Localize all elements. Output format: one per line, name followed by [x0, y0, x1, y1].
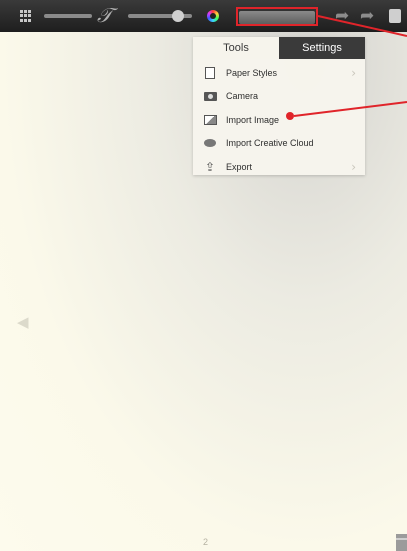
top-toolbar: 𝒯 ➦ ➦: [0, 0, 407, 32]
creative-cloud-icon: [201, 139, 219, 148]
menu-item-label: Import Creative Cloud: [226, 138, 314, 149]
grid-icon[interactable]: [20, 10, 32, 22]
menu-item-import-creative-cloud[interactable]: Import Creative Cloud: [193, 132, 365, 156]
tab-tools[interactable]: Tools: [193, 37, 279, 59]
menu-item-camera[interactable]: Camera: [193, 85, 365, 109]
tools-menu: Paper Styles › Camera Import Image Impor…: [193, 59, 365, 179]
menu-item-label: Camera: [226, 91, 259, 102]
page-number: 2: [203, 537, 209, 547]
image-icon: [201, 114, 219, 125]
menu-item-label: Paper Styles: [226, 67, 278, 78]
brush-slider[interactable]: [44, 14, 92, 18]
menu-item-paper-styles[interactable]: Paper Styles ›: [193, 61, 365, 85]
size-slider-knob[interactable]: [172, 10, 184, 22]
page-corner-handle[interactable]: [396, 534, 407, 551]
tab-settings[interactable]: Settings: [279, 37, 365, 59]
chevron-right-icon: ›: [351, 66, 356, 80]
color-wheel-icon[interactable]: [207, 10, 219, 22]
export-icon: ⇪: [204, 159, 216, 174]
tools-panel: Tools Settings Paper Styles › Camera Imp…: [193, 37, 365, 175]
paper-icon: [201, 66, 219, 79]
menu-item-label: Import Image: [226, 114, 280, 125]
menu-item-label: Export: [226, 161, 253, 172]
camera-icon: [201, 91, 219, 101]
chevron-right-icon: ›: [351, 160, 356, 174]
pen-icon[interactable]: 𝒯: [97, 4, 123, 26]
previous-page-icon[interactable]: ◀: [17, 313, 29, 331]
panel-tabs: Tools Settings: [193, 37, 365, 59]
menu-item-export[interactable]: ⇪ Export ›: [193, 155, 365, 179]
redo-icon[interactable]: ➦: [360, 7, 374, 25]
callout-highlight-box: [236, 7, 318, 26]
menu-item-import-image[interactable]: Import Image: [193, 108, 365, 132]
undo-icon[interactable]: ➦: [335, 7, 349, 25]
callout-dot: [286, 112, 294, 120]
tool-icon[interactable]: [389, 9, 401, 23]
